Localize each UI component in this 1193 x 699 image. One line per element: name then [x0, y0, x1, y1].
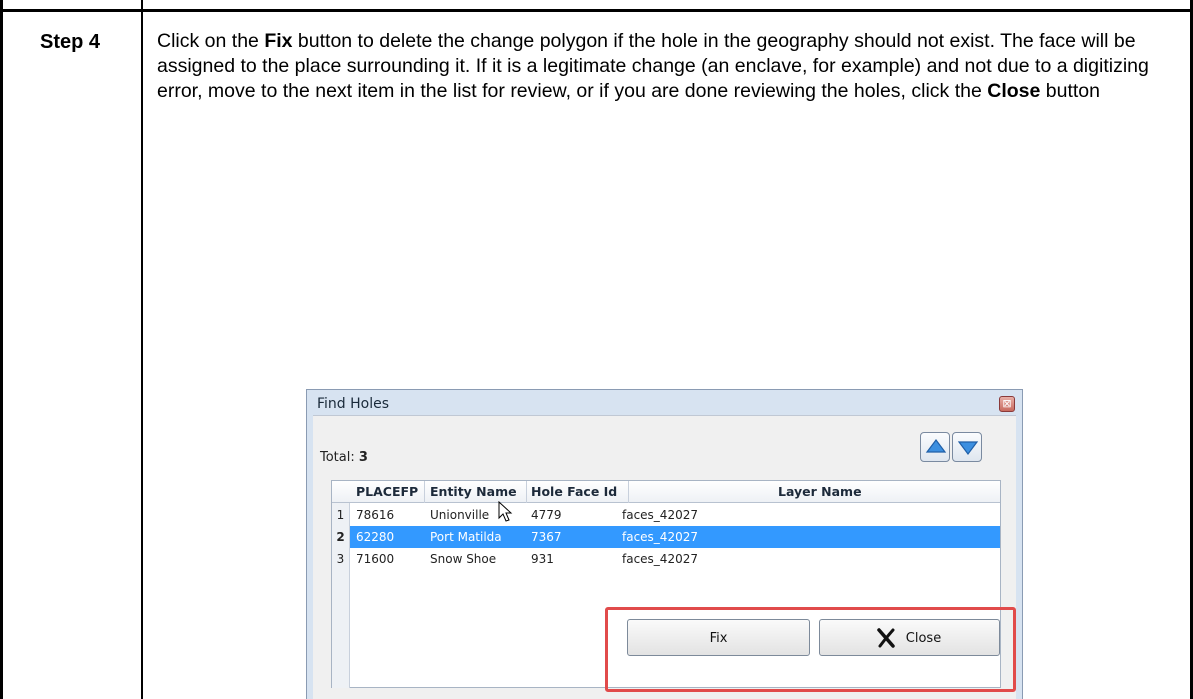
row-number: 1	[332, 504, 350, 526]
cell-entity-name: Snow Shoe	[430, 552, 497, 566]
instr-part1: Click on the	[157, 30, 265, 52]
cell-placefp: 71600	[356, 552, 395, 566]
table-top-border	[0, 9, 1193, 12]
header-separator	[424, 481, 425, 503]
instr-close-word: Close	[987, 80, 1041, 102]
instr-part3: button	[1040, 80, 1100, 102]
close-button-label: Close	[905, 631, 942, 646]
total-value: 3	[358, 450, 368, 465]
cell-hole-face-id: 7367	[531, 530, 562, 544]
move-up-icon	[925, 439, 947, 453]
move-down-icon	[957, 441, 979, 455]
cell-placefp: 78616	[356, 508, 395, 522]
fix-button-label: Fix	[709, 631, 728, 646]
col-header-placefp[interactable]: PLACEFP	[356, 484, 418, 499]
total-count: Total: 3	[320, 450, 368, 465]
header-separator	[628, 481, 629, 503]
table-left-border	[0, 0, 3, 699]
close-button[interactable]: Close	[819, 619, 1000, 656]
cell-layer-name: faces_42027	[622, 552, 698, 566]
fix-button[interactable]: Fix	[627, 619, 810, 656]
total-label-text: Total:	[320, 450, 359, 465]
dialog-title: Find Holes	[317, 396, 390, 412]
col-header-entity-name[interactable]: Entity Name	[430, 484, 517, 499]
mouse-cursor-icon	[498, 501, 513, 522]
cell-hole-face-id: 931	[531, 552, 554, 566]
dialog-close-icon[interactable]: ⊠	[999, 396, 1015, 412]
row-number: 3	[332, 548, 350, 570]
col-header-layer-name[interactable]: Layer Name	[778, 484, 862, 499]
cell-placefp: 62280	[356, 530, 395, 544]
cell-hole-face-id: 4779	[531, 508, 562, 522]
table-row-selected[interactable]: 2 62280 Port Matilda 7367 faces_42027	[332, 526, 1000, 548]
move-up-button[interactable]	[920, 432, 950, 462]
cell-entity-name: Unionville	[430, 508, 490, 522]
header-separator	[526, 481, 527, 503]
cell-entity-name: Port Matilda	[430, 530, 502, 544]
col-header-hole-face-id[interactable]: Hole Face Id	[531, 484, 617, 499]
instr-fix-word: Fix	[264, 30, 293, 52]
row-number: 2	[332, 526, 350, 548]
table-row[interactable]: 1 78616 Unionville 4779 faces_42027	[332, 504, 1000, 526]
cell-layer-name: faces_42027	[622, 530, 698, 544]
step-label: Step 4	[40, 31, 101, 53]
table-column-divider	[141, 0, 143, 699]
grid-header: PLACEFP Entity Name Hole Face Id Layer N…	[332, 481, 1000, 503]
cell-layer-name: faces_42027	[622, 508, 698, 522]
move-down-button[interactable]	[952, 432, 982, 462]
step-instructions: Click on the Fix button to delete the ch…	[157, 29, 1167, 104]
table-row[interactable]: 3 71600 Snow Shoe 931 faces_42027	[332, 548, 1000, 570]
